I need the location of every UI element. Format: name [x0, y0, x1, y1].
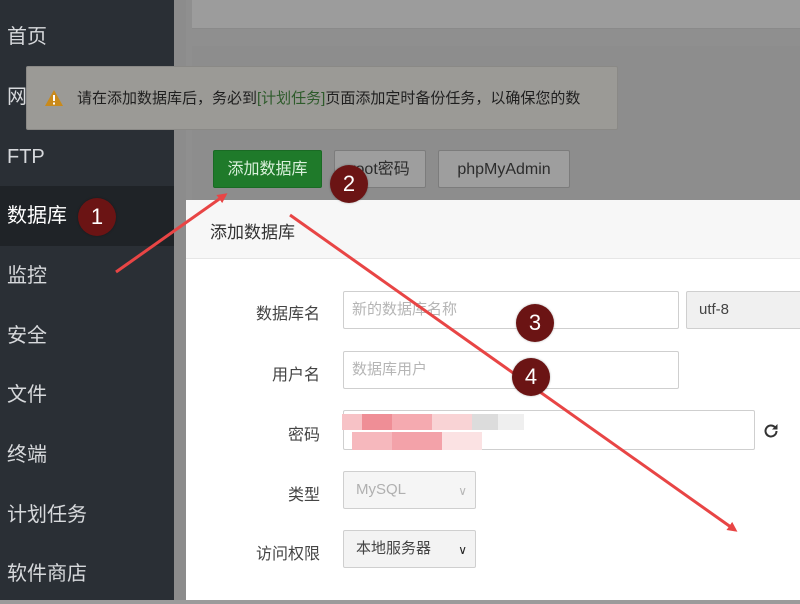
- sidebar-item-store[interactable]: 软件商店: [0, 544, 174, 604]
- cron-task-link[interactable]: [计划任务]: [257, 90, 325, 107]
- username-input[interactable]: 数据库用户: [343, 351, 679, 389]
- sidebar-item-home[interactable]: 首页: [0, 7, 174, 67]
- access-select[interactable]: 本地服务器 ∨: [343, 530, 476, 568]
- type-label: 类型: [287, 487, 320, 504]
- charset-select[interactable]: utf-8: [686, 291, 800, 329]
- redacted-password-mask: [342, 414, 524, 450]
- step-badge-1: 1: [78, 198, 116, 236]
- add-database-dialog: 添加数据库 数据库名 新的数据库名称 utf-8 用户名 数据库用户 密码 类型…: [186, 200, 800, 600]
- add-database-button[interactable]: 添加数据库: [213, 150, 322, 188]
- sidebar-item-security[interactable]: 安全: [0, 306, 174, 366]
- backup-notice: 请在添加数据库后，务必到[计划任务]页面添加定时备份任务，以确保您的数: [26, 66, 618, 130]
- db-name-label: 数据库名: [255, 306, 320, 323]
- dialog-title: 添加数据库: [210, 223, 295, 242]
- sidebar-item-cron[interactable]: 计划任务: [0, 485, 174, 545]
- db-name-input[interactable]: 新的数据库名称: [343, 291, 679, 329]
- notice-text: 请在添加数据库后，务必到[计划任务]页面添加定时备份任务，以确保您的数: [77, 87, 580, 108]
- refresh-icon[interactable]: [762, 422, 780, 440]
- access-value: 本地服务器: [356, 540, 432, 557]
- type-value: MySQL: [356, 481, 407, 498]
- notice-text-before: 请在添加数据库后，务必到: [77, 90, 258, 107]
- sidebar-item-files[interactable]: 文件: [0, 365, 174, 425]
- sidebar-item-ftp[interactable]: FTP: [0, 127, 174, 187]
- notice-text-after: 页面添加定时备份任务，以确保您的数: [325, 90, 581, 107]
- warning-icon: [45, 90, 63, 106]
- access-label: 访问权限: [255, 546, 320, 563]
- chevron-down-icon: ∨: [458, 543, 467, 557]
- password-label: 密码: [287, 427, 320, 444]
- username-label: 用户名: [271, 367, 320, 384]
- step-badge-4: 4: [512, 358, 550, 396]
- step-badge-3: 3: [516, 304, 554, 342]
- sidebar-item-monitor[interactable]: 监控: [0, 246, 174, 306]
- phpmyadmin-button[interactable]: phpMyAdmin: [438, 150, 570, 188]
- dialog-header: 添加数据库: [186, 200, 800, 259]
- chevron-down-icon: ∨: [458, 484, 467, 498]
- type-select: MySQL ∨: [343, 471, 476, 509]
- breadcrumb-bar: [192, 0, 800, 29]
- charset-value: utf-8: [699, 301, 730, 318]
- step-badge-2: 2: [330, 165, 368, 203]
- sidebar-item-terminal[interactable]: 终端: [0, 425, 174, 485]
